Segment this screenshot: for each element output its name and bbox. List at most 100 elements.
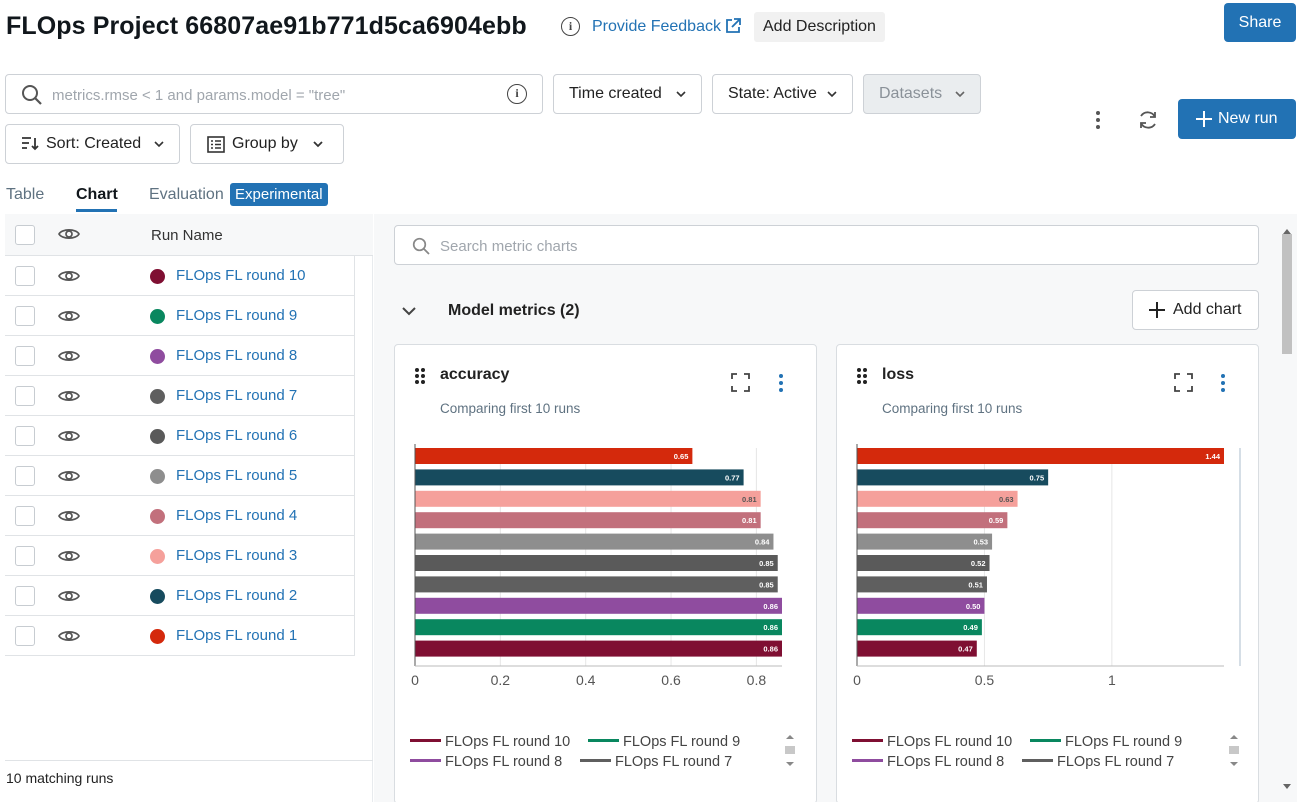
- metric-charts-search-input[interactable]: Search metric charts: [394, 225, 1259, 265]
- run-name-link[interactable]: FLOps FL round 2: [176, 587, 297, 604]
- legend-item[interactable]: FLOps FL round 10: [852, 734, 1012, 750]
- table-row[interactable]: FLOps FL round 6: [5, 416, 355, 456]
- legend-item[interactable]: FLOps FL round 7: [580, 754, 732, 770]
- fullscreen-icon[interactable]: [731, 373, 750, 392]
- table-row[interactable]: FLOps FL round 1: [5, 616, 355, 656]
- external-link-icon[interactable]: [724, 17, 742, 35]
- time-created-dropdown[interactable]: Time created: [553, 74, 702, 114]
- select-all-checkbox[interactable]: [15, 225, 35, 245]
- run-color-dot: [150, 389, 165, 404]
- tab-evaluation[interactable]: Evaluation: [149, 186, 224, 204]
- row-checkbox[interactable]: [15, 466, 35, 486]
- sort-icon: [22, 137, 39, 151]
- state-dropdown[interactable]: State: Active: [712, 74, 853, 114]
- eye-icon[interactable]: [58, 308, 80, 324]
- run-color-dot: [150, 429, 165, 444]
- legend-item[interactable]: FLOps FL round 8: [410, 754, 562, 770]
- info-icon[interactable]: i: [561, 17, 580, 36]
- run-name-link[interactable]: FLOps FL round 6: [176, 427, 297, 444]
- row-checkbox[interactable]: [15, 626, 35, 646]
- group-by-dropdown[interactable]: Group by: [190, 124, 344, 164]
- provide-feedback-link[interactable]: Provide Feedback: [592, 18, 721, 36]
- eye-icon[interactable]: [58, 268, 80, 284]
- eye-icon[interactable]: [58, 548, 80, 564]
- fullscreen-icon[interactable]: [1174, 373, 1193, 392]
- chevron-down-icon: [313, 141, 323, 148]
- bar: [415, 448, 693, 464]
- row-checkbox[interactable]: [15, 266, 35, 286]
- more-options-icon[interactable]: [1095, 110, 1101, 130]
- legend-item[interactable]: FLOps FL round 7: [1022, 754, 1174, 770]
- eye-icon[interactable]: [58, 226, 80, 242]
- eye-icon[interactable]: [58, 508, 80, 524]
- share-button[interactable]: Share: [1224, 3, 1296, 42]
- new-run-button[interactable]: New run: [1178, 99, 1296, 139]
- legend-item[interactable]: FLOps FL round 9: [1030, 734, 1182, 750]
- bar-value-label: 0.75: [1030, 473, 1045, 482]
- eye-icon[interactable]: [58, 428, 80, 444]
- sort-dropdown[interactable]: Sort: Created: [5, 124, 180, 164]
- run-name-link[interactable]: FLOps FL round 9: [176, 307, 297, 324]
- row-checkbox[interactable]: [15, 426, 35, 446]
- chevron-down-icon: [827, 91, 837, 98]
- eye-icon[interactable]: [58, 628, 80, 644]
- drag-handle-icon[interactable]: [856, 367, 868, 385]
- vertical-scrollbar[interactable]: [1280, 226, 1294, 792]
- bar-value-label: 0.63: [999, 495, 1014, 504]
- table-row[interactable]: FLOps FL round 8: [5, 336, 355, 376]
- legend-swatch: [410, 738, 441, 742]
- x-tick-label: 0.4: [576, 672, 596, 688]
- run-name-link[interactable]: FLOps FL round 3: [176, 547, 297, 564]
- legend-scroll-icon[interactable]: [1228, 732, 1240, 770]
- table-row[interactable]: FLOps FL round 2: [5, 576, 355, 616]
- drag-handle-icon[interactable]: [414, 367, 426, 385]
- run-name-link[interactable]: FLOps FL round 5: [176, 467, 297, 484]
- legend-item[interactable]: FLOps FL round 10: [410, 734, 570, 750]
- table-row[interactable]: FLOps FL round 4: [5, 496, 355, 536]
- search-info-icon[interactable]: i: [507, 84, 527, 104]
- refresh-icon[interactable]: [1137, 109, 1159, 131]
- row-checkbox[interactable]: [15, 506, 35, 526]
- eye-icon[interactable]: [58, 468, 80, 484]
- tab-chart[interactable]: Chart: [76, 186, 118, 204]
- row-checkbox[interactable]: [15, 306, 35, 326]
- add-chart-button[interactable]: Add chart: [1132, 290, 1259, 330]
- run-name-link[interactable]: FLOps FL round 7: [176, 387, 297, 404]
- chevron-down-icon[interactable]: [402, 306, 416, 316]
- tab-table[interactable]: Table: [6, 186, 44, 204]
- row-checkbox[interactable]: [15, 346, 35, 366]
- legend-item[interactable]: FLOps FL round 8: [852, 754, 1004, 770]
- run-name-link[interactable]: FLOps FL round 8: [176, 347, 297, 364]
- legend-label: FLOps FL round 7: [615, 754, 733, 770]
- table-row[interactable]: FLOps FL round 7: [5, 376, 355, 416]
- chart-title: accuracy: [440, 366, 510, 383]
- active-tab-indicator: [76, 209, 117, 212]
- run-color-dot: [150, 549, 165, 564]
- chart-menu-icon[interactable]: [778, 373, 784, 393]
- eye-icon[interactable]: [58, 588, 80, 604]
- legend-item[interactable]: FLOps FL round 9: [588, 734, 740, 750]
- row-checkbox[interactable]: [15, 586, 35, 606]
- x-tick-label: 0.5: [975, 672, 995, 688]
- add-description-button[interactable]: Add Description: [754, 12, 885, 42]
- row-checkbox[interactable]: [15, 386, 35, 406]
- runs-search-input[interactable]: metrics.rmse < 1 and params.model = "tre…: [5, 74, 543, 114]
- chevron-down-icon: [955, 91, 965, 98]
- experimental-badge: Experimental: [230, 183, 328, 206]
- table-row[interactable]: FLOps FL round 3: [5, 536, 355, 576]
- run-name-header: Run Name: [151, 227, 223, 244]
- eye-icon[interactable]: [58, 388, 80, 404]
- eye-icon[interactable]: [58, 348, 80, 364]
- bar: [415, 576, 778, 593]
- datasets-dropdown[interactable]: Datasets: [863, 74, 981, 114]
- table-row[interactable]: FLOps FL round 9: [5, 296, 355, 336]
- run-name-link[interactable]: FLOps FL round 4: [176, 507, 297, 524]
- time-created-label: Time created: [569, 85, 662, 102]
- table-row[interactable]: FLOps FL round 5: [5, 456, 355, 496]
- chart-menu-icon[interactable]: [1220, 373, 1226, 393]
- run-name-link[interactable]: FLOps FL round 1: [176, 627, 297, 644]
- legend-scroll-icon[interactable]: [784, 732, 796, 770]
- row-checkbox[interactable]: [15, 546, 35, 566]
- table-row[interactable]: FLOps FL round 10: [5, 256, 355, 296]
- run-name-link[interactable]: FLOps FL round 10: [176, 267, 306, 284]
